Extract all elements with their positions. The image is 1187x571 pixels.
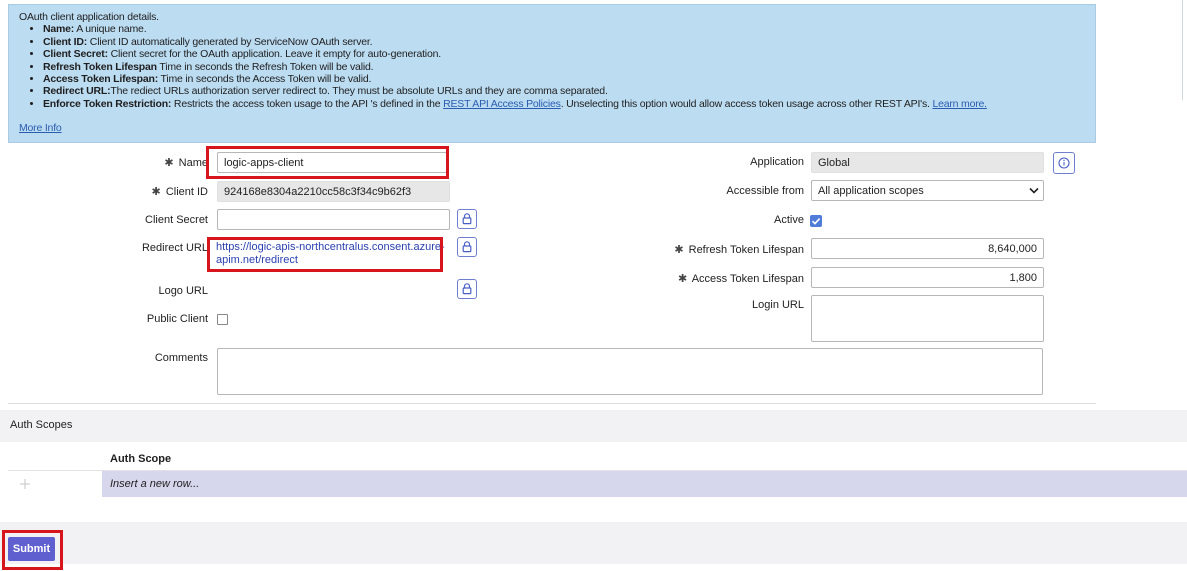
lock-icon	[462, 241, 472, 253]
auth-scopes-title: Auth Scopes	[10, 419, 73, 431]
plus-icon	[20, 479, 30, 489]
name-label: ✱ Name	[164, 157, 208, 169]
required-icon: ✱	[164, 157, 174, 169]
info-item-client-id: Client ID: Client ID automatically gener…	[43, 36, 1085, 48]
rest-api-policies-link[interactable]: REST API Access Policies	[443, 98, 561, 110]
lock-icon	[462, 283, 472, 295]
form-divider	[8, 403, 1096, 404]
info-box: OAuth client application details. Name: …	[8, 4, 1096, 143]
refresh-token-input[interactable]: 8,640,000	[811, 238, 1044, 259]
access-token-input[interactable]: 1,800	[811, 267, 1044, 288]
login-url-textarea[interactable]	[811, 295, 1044, 342]
refresh-token-label: ✱ Refresh Token Lifespan	[674, 244, 804, 256]
accessible-from-select[interactable]: All application scopes	[811, 180, 1044, 201]
form-footer	[0, 522, 1187, 564]
logo-url-lock-button[interactable]	[457, 279, 477, 299]
client-secret-label: Client Secret	[145, 214, 208, 226]
client-id-field: 924168e8304a2210cc58c3f34c9b62f3	[217, 181, 450, 202]
access-token-label: ✱ Access Token Lifespan	[678, 273, 804, 285]
checkmark-icon	[811, 218, 821, 225]
active-checkbox[interactable]	[810, 215, 822, 227]
client-secret-input[interactable]	[217, 209, 450, 230]
application-info-button[interactable]	[1053, 152, 1075, 174]
public-client-checkbox[interactable]	[217, 314, 228, 325]
lock-icon	[462, 213, 472, 225]
info-item-access-token: Access Token Lifespan: Time in seconds t…	[43, 73, 1085, 85]
required-icon: ✱	[678, 273, 688, 285]
auth-scope-column-header: Auth Scope	[110, 453, 172, 465]
public-client-label: Public Client	[146, 313, 208, 325]
redirect-url-lock-button[interactable]	[457, 237, 477, 257]
info-item-redirect-url: Redirect URL:The rediect URLs authorizat…	[43, 85, 1085, 97]
side-divider	[1182, 0, 1183, 100]
client-id-label: ✱ Client ID	[151, 186, 208, 198]
application-label: Application	[750, 156, 804, 168]
client-secret-lock-button[interactable]	[457, 209, 477, 229]
logo-url-label: Logo URL	[158, 285, 208, 297]
accessible-from-label: Accessible from	[726, 185, 804, 197]
info-item-enforce: Enforce Token Restriction: Restricts the…	[43, 98, 1085, 110]
name-highlight	[206, 146, 449, 179]
login-url-label: Login URL	[752, 299, 804, 311]
redirect-url-highlight	[207, 237, 443, 272]
active-label: Active	[774, 214, 804, 226]
info-item-client-secret: Client Secret: Client secret for the OAu…	[43, 48, 1085, 60]
info-title: OAuth client application details.	[19, 11, 159, 23]
learn-more-link[interactable]: Learn more.	[932, 98, 987, 110]
comments-textarea[interactable]	[217, 348, 1043, 395]
info-icon	[1058, 157, 1070, 169]
info-item-refresh-token: Refresh Token Lifespan Time in seconds t…	[43, 61, 1085, 73]
required-icon: ✱	[674, 244, 684, 256]
required-icon: ✱	[151, 186, 161, 198]
redirect-url-label: Redirect URL	[141, 242, 208, 254]
submit-highlight	[2, 530, 63, 570]
comments-label: Comments	[154, 352, 208, 364]
application-field: Global	[811, 152, 1044, 173]
info-item-name: Name: A unique name.	[43, 23, 1085, 35]
auth-scopes-section-header: Auth Scopes	[0, 410, 1187, 442]
insert-new-row[interactable]: Insert a new row...	[102, 471, 1187, 497]
add-row-cell[interactable]	[8, 471, 102, 497]
info-list: Name: A unique name. Client ID: Client I…	[19, 23, 1085, 110]
more-info-link[interactable]: More Info	[19, 122, 62, 134]
chevron-down-icon	[1029, 187, 1039, 194]
